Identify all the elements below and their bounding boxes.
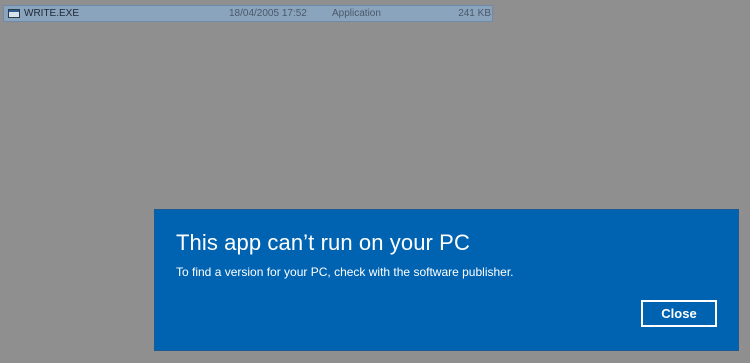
application-window-icon [8, 9, 20, 18]
file-type: Application [332, 8, 381, 19]
app-cannot-run-dialog: This app can’t run on your PC To find a … [155, 210, 738, 350]
dialog-message: To find a version for your PC, check wit… [176, 265, 514, 279]
dialog-title: This app can’t run on your PC [176, 230, 470, 255]
file-size: 241 KB [458, 8, 491, 19]
close-button[interactable]: Close [641, 300, 717, 327]
file-date-modified: 18/04/2005 17:52 [229, 8, 307, 19]
file-name: WRITE.EXE [24, 8, 80, 19]
file-row-selected[interactable]: WRITE.EXE 18/04/2005 17:52 Application 2… [3, 5, 493, 22]
